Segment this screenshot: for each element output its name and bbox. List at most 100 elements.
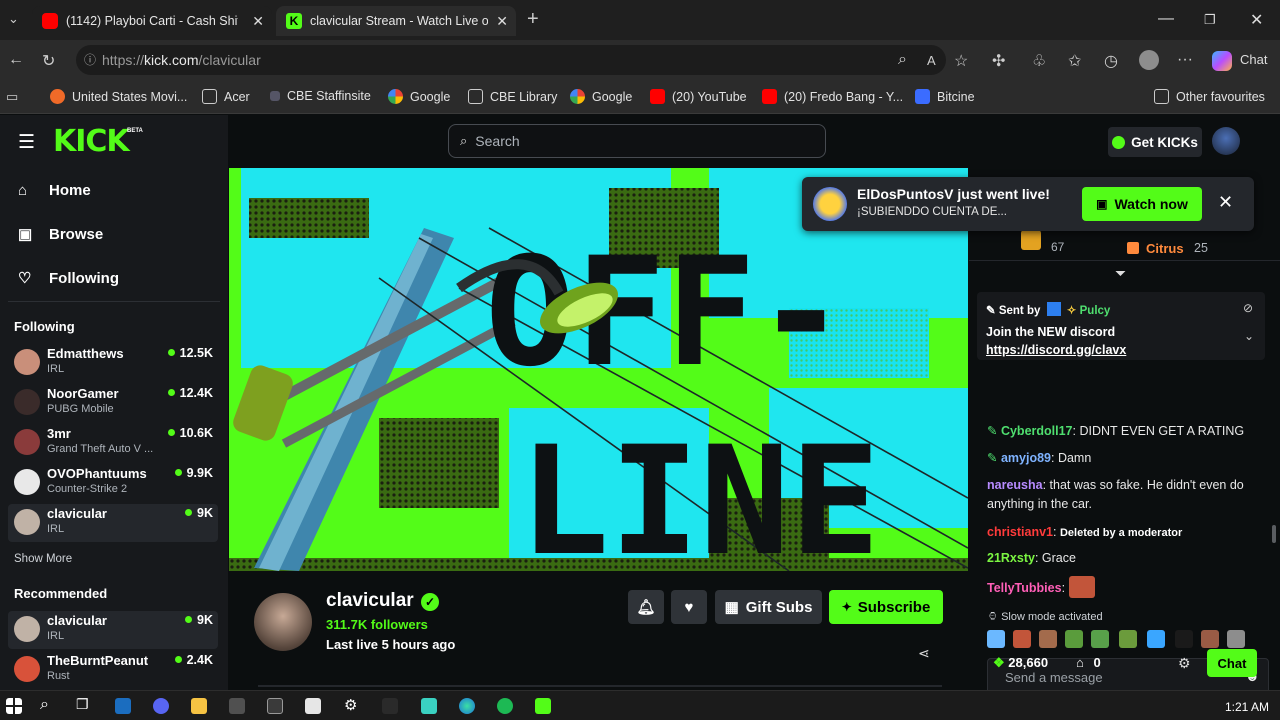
- tab-list-chevron-icon[interactable]: ⌄: [8, 11, 19, 27]
- close-tab-icon[interactable]: ✕: [252, 13, 264, 30]
- browse-icon: ▣: [18, 226, 33, 243]
- copilot-icon[interactable]: [1212, 51, 1232, 71]
- back-icon[interactable]: ←: [8, 51, 24, 69]
- bookmark-item[interactable]: Google: [388, 89, 450, 104]
- bookmark-item[interactable]: CBE Staffinsite: [270, 89, 371, 103]
- file-explorer-icon[interactable]: [191, 698, 207, 714]
- bookmark-item[interactable]: (20) YouTube: [650, 89, 747, 104]
- store-icon[interactable]: [305, 698, 321, 714]
- profile-avatar[interactable]: [1139, 50, 1159, 70]
- show-more-link[interactable]: Show More: [14, 553, 72, 565]
- sidebar-channel[interactable]: OVOPhantuums Counter-Strike 2 9.9K: [8, 464, 218, 502]
- task-view-icon[interactable]: ❐: [76, 696, 89, 713]
- channel-name[interactable]: clavicular: [326, 590, 414, 612]
- address-bar[interactable]: ⓘ https://kick.com/clavicular: [76, 45, 946, 75]
- spotify-icon[interactable]: [497, 698, 513, 714]
- other-favourites-folder[interactable]: Other favourites: [1154, 89, 1265, 104]
- steam-icon[interactable]: [115, 698, 131, 714]
- nav-browse[interactable]: ▣ Browse: [18, 225, 103, 244]
- bookmark-item[interactable]: Bitcine: [915, 89, 975, 104]
- app-icon[interactable]: [382, 698, 398, 714]
- sidebar-channel[interactable]: 3mr Grand Theft Auto V ... 10.6K: [8, 424, 218, 462]
- chat-settings-gear-icon[interactable]: ⚙: [1178, 655, 1191, 672]
- sidebar-channel[interactable]: clavicular IRL 9K: [8, 611, 218, 649]
- read-aloud-icon[interactable]: A: [927, 53, 936, 68]
- chat-scrollbar[interactable]: [1272, 525, 1276, 543]
- follow-heart-button[interactable]: ♥: [671, 590, 707, 624]
- nav-home[interactable]: ⌂ Home: [18, 182, 91, 199]
- bookmark-item[interactable]: CBE Library: [468, 89, 557, 104]
- zoom-icon[interactable]: ⌕: [898, 51, 907, 69]
- badge-icon: ✎: [987, 424, 1001, 438]
- dismiss-notification-icon[interactable]: ✕: [1218, 192, 1233, 213]
- restore-icon[interactable]: ❐: [1204, 12, 1216, 28]
- more-options-icon[interactable]: ···: [1177, 51, 1193, 69]
- unpin-icon[interactable]: ⊘: [1243, 301, 1253, 315]
- bookmark-folder[interactable]: Acer: [202, 89, 250, 104]
- search-input[interactable]: ⌕ Search: [448, 124, 826, 158]
- nav-following[interactable]: ♡ Following: [18, 269, 119, 288]
- chat-username[interactable]: christianv1: [987, 525, 1053, 539]
- tab-youtube[interactable]: (1142) Playboi Carti - Cash Shit (Of ✕: [32, 6, 272, 36]
- pinned-link[interactable]: https://discord.gg/clavx: [986, 343, 1126, 357]
- sidebar-channel[interactable]: TheBurntPeanut Rust 2.4K: [8, 651, 218, 689]
- bookmark-item[interactable]: Google: [570, 89, 632, 104]
- copilot-chat-label[interactable]: Chat: [1240, 52, 1267, 67]
- windows-start-icon[interactable]: [6, 698, 22, 714]
- sidebar-toggle-icon[interactable]: ▭: [6, 89, 18, 105]
- bookmark-label: (20) YouTube: [672, 89, 747, 104]
- watch-now-button[interactable]: ▣ Watch now: [1082, 187, 1202, 221]
- app-icon[interactable]: [229, 698, 245, 714]
- channel-avatar[interactable]: [254, 593, 312, 651]
- kick-app-icon[interactable]: [535, 698, 551, 714]
- refresh-icon[interactable]: ↻: [42, 51, 55, 71]
- menu-hamburger-icon[interactable]: ☰: [18, 131, 35, 154]
- new-tab-icon[interactable]: +: [527, 8, 539, 31]
- youtube-icon: [42, 13, 58, 29]
- edge-icon[interactable]: [459, 698, 475, 714]
- share-icon[interactable]: ⋖: [918, 645, 930, 662]
- sidebar-channel[interactable]: Edmatthews IRL 12.5K: [8, 344, 218, 382]
- minimize-icon[interactable]: —: [1158, 10, 1174, 28]
- get-kicks-button[interactable]: Get KICKs: [1108, 127, 1202, 157]
- extensions-icon[interactable]: ✣: [992, 51, 1005, 71]
- gift-subs-button[interactable]: ▦ Gift Subs: [715, 590, 822, 624]
- subscribe-button[interactable]: ✦ Subscribe: [829, 590, 943, 624]
- app-icon[interactable]: [421, 698, 437, 714]
- site-info-icon[interactable]: ⓘ: [84, 51, 96, 68]
- chat-username[interactable]: TellyTubbies: [987, 581, 1062, 595]
- taskbar-search-icon[interactable]: ⌕: [40, 696, 49, 714]
- secondary-points[interactable]: ⌂ 0: [1076, 655, 1101, 670]
- browser-essentials-icon[interactable]: ♧: [1032, 51, 1046, 71]
- bookmark-item[interactable]: (20) Fredo Bang - Y...: [762, 89, 903, 104]
- discord-icon[interactable]: [153, 698, 169, 714]
- verified-badge-icon: ✓: [421, 593, 439, 611]
- sidebar-channel[interactable]: NoorGamer PUBG Mobile 12.4K: [8, 384, 218, 422]
- history-icon[interactable]: ◷: [1104, 51, 1118, 71]
- bookmark-item[interactable]: United States Movi...: [50, 89, 187, 104]
- favorites-icon[interactable]: ✩: [1068, 51, 1081, 71]
- tab-kick[interactable]: K clavicular Stream - Watch Live on ✕: [276, 6, 516, 36]
- close-tab-icon[interactable]: ✕: [496, 13, 508, 30]
- chat-username[interactable]: 21Rxsty: [987, 551, 1035, 565]
- channel-points[interactable]: ❖ 28,660: [993, 655, 1048, 671]
- chat-username[interactable]: amyjo89: [1001, 451, 1051, 465]
- channel-name: TheBurntPeanut: [47, 653, 149, 668]
- chat-username[interactable]: Cyberdoll17: [1001, 424, 1073, 438]
- channel-category: IRL: [47, 523, 65, 535]
- app-icon[interactable]: [267, 698, 283, 714]
- user-avatar[interactable]: [1212, 127, 1240, 155]
- close-window-icon[interactable]: ✕: [1250, 10, 1263, 30]
- favorite-star-icon[interactable]: ☆: [954, 51, 968, 71]
- expand-chevron-icon[interactable]: ⌄: [1244, 329, 1254, 343]
- notification-bell-button[interactable]: 🔔︎: [628, 590, 664, 624]
- kick-logo[interactable]: KICK: [53, 124, 130, 159]
- heart-icon: ♥: [684, 598, 694, 616]
- settings-gear-icon[interactable]: ⚙: [344, 696, 357, 714]
- top-gifter-name[interactable]: Citrus: [1146, 241, 1184, 256]
- sidebar-channel[interactable]: clavicular IRL 9K: [8, 504, 218, 542]
- pinned-user[interactable]: Pulcy: [1080, 305, 1111, 317]
- collapse-leaderboard-icon[interactable]: ⏷: [1115, 265, 1126, 282]
- chat-username[interactable]: nareusha: [987, 478, 1043, 492]
- chat-send-button[interactable]: Chat: [1207, 649, 1257, 677]
